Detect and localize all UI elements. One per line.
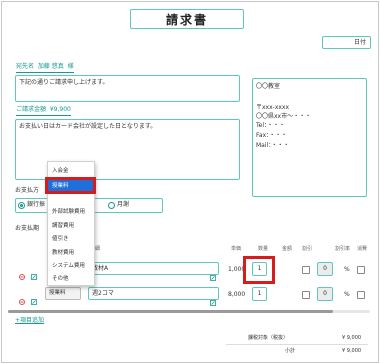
highlight-quantity-field (243, 256, 275, 284)
bank-transfer-radio[interactable] (18, 202, 25, 209)
tax-checkbox[interactable] (357, 266, 365, 274)
payment-period-label: お支払期 (15, 225, 40, 232)
total-label: ご請求金額 (16, 106, 47, 113)
dropdown-item-other[interactable]: その他 (48, 273, 94, 285)
header-discount-rate: 割引率 (335, 246, 351, 252)
detail-input[interactable]: 週2コマ (88, 287, 219, 300)
bank-transfer-label: 銀行振 (27, 201, 46, 208)
tax-checkbox[interactable] (357, 291, 365, 299)
percent-label: % (344, 291, 350, 298)
header-unit-price: 単価 (231, 246, 242, 252)
item-select[interactable]: 授業料 (45, 287, 81, 300)
taxable-value: ¥ 9,000 (342, 335, 362, 341)
detail-edit-icon[interactable] (210, 266, 216, 281)
edit-row-icon[interactable] (31, 290, 37, 305)
discount-checkbox[interactable] (302, 266, 310, 274)
detail-input[interactable]: 教材A (88, 262, 219, 275)
subtotal-value: ¥ 9,000 (342, 348, 362, 354)
issuer-mail: Mail：・・・ (256, 142, 290, 149)
summary-divider (226, 344, 368, 345)
dropdown-item-discount[interactable]: 値引き (48, 233, 94, 245)
header-tax: 消費 (357, 246, 368, 252)
add-item-link[interactable]: +項目追加 (15, 317, 44, 325)
unit-price-value[interactable]: 8,000 (228, 291, 245, 299)
issuer-textarea[interactable]: 〇〇教室 〒xxx-xxxx 〇〇県xx市〜・・・ Tel：・・・ Fax：・・… (252, 78, 367, 197)
header-amount: 金額 (282, 246, 293, 252)
monthly-fee-radio[interactable] (108, 202, 115, 209)
dropdown-item-course-fee[interactable]: 講習費用 (48, 220, 94, 232)
recipient-label: 宛先名 (16, 63, 35, 70)
table-scrollbar-thumb[interactable] (8, 310, 333, 313)
dropdown-item-materials[interactable]: 教材費用 (48, 247, 94, 259)
monthly-fee-label: 月謝 (117, 201, 130, 208)
subtotal-label: 小計 (285, 348, 296, 354)
percent-label: % (344, 266, 350, 273)
total-row: ご請求金額 ¥9,900 (16, 106, 71, 116)
header-quantity: 数量 (258, 246, 269, 252)
detail-edit-icon[interactable] (210, 291, 216, 306)
payment-method-label: お支払方 (15, 187, 40, 194)
dropdown-item-external-exam[interactable]: 外部試験費用 (48, 206, 94, 218)
discount-rate-input[interactable]: 0 (317, 287, 333, 301)
dropdown-item-entrance-fee[interactable]: 入会金 (48, 165, 94, 177)
quantity-input[interactable]: 1 (252, 287, 267, 301)
issuer-address: 〇〇県xx市〜・・・ (256, 113, 312, 120)
invoice-title: 請求書 (130, 9, 244, 29)
delete-row-icon[interactable] (19, 265, 25, 280)
recipient-name[interactable]: 加藤 悠真 (38, 63, 64, 70)
dropdown-item-system-fee[interactable]: システム費用 (48, 260, 94, 272)
recipient-row: 宛先名 加藤 悠真 様 (16, 63, 74, 73)
recipient-honorific: 様 (67, 63, 74, 70)
issuer-postal: 〒xxx-xxxx (256, 104, 290, 111)
discount-checkbox[interactable] (302, 291, 310, 299)
message-textarea[interactable]: 下記の通りご請求申し上げます。 (15, 75, 240, 102)
date-field[interactable]: 日付 (322, 36, 371, 49)
header-discount: 割引 (302, 246, 313, 252)
issuer-fax: Fax：・・・ (256, 132, 288, 139)
issuer-company: 〇〇教室 (256, 83, 281, 90)
highlight-tuition-option (45, 177, 96, 194)
discount-rate-input[interactable]: 0 (317, 262, 333, 276)
date-label: 日付 (353, 39, 366, 46)
delete-row-icon[interactable] (19, 290, 25, 305)
issuer-tel: Tel：・・・ (256, 122, 286, 129)
edit-row-icon[interactable] (31, 265, 37, 280)
taxable-label: 課税対象（税抜） (248, 335, 289, 341)
total-amount: ¥9,900 (49, 106, 71, 113)
